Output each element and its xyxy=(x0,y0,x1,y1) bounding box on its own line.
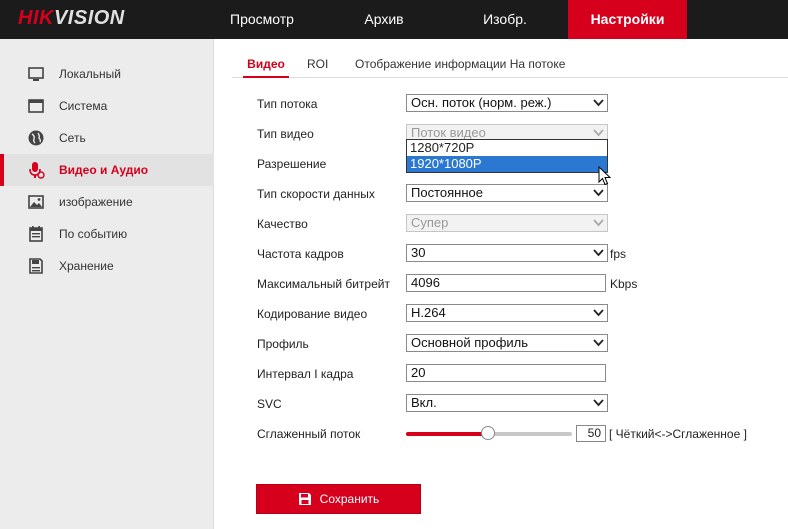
frame-rate-select[interactable]: 30 xyxy=(406,244,608,262)
sidebar-item-label: изображение xyxy=(59,195,133,209)
tab-bar: Видео ROI Отображение информации На пото… xyxy=(232,52,788,78)
resolution-dropdown-list: 1280*720P 1920*1080P xyxy=(406,139,608,173)
chevron-down-icon xyxy=(593,339,604,347)
tab-video[interactable]: Видео xyxy=(243,52,289,78)
sidebar-item-label: Система xyxy=(59,99,108,113)
chevron-down-icon xyxy=(593,129,604,137)
save-button[interactable]: Сохранить xyxy=(256,484,421,514)
sidebar-item-video-audio[interactable]: Видео и Аудио xyxy=(0,154,214,186)
sidebar-item-local[interactable]: Локальный xyxy=(0,58,214,90)
chevron-down-icon xyxy=(593,309,604,317)
smoothing-value-input[interactable]: 50 xyxy=(576,425,606,442)
resolution-option[interactable]: 1280*720P xyxy=(407,140,607,156)
frame-rate-unit: fps xyxy=(610,247,627,261)
smoothing-hint: [ Чёткий<->Сглаженное ] xyxy=(609,427,747,441)
sidebar-item-system[interactable]: Система xyxy=(0,90,214,122)
max-bitrate-label: Максимальный битрейт xyxy=(257,277,390,291)
bitrate-type-select[interactable]: Постоянное xyxy=(406,184,608,202)
hikvision-logo: HIKVISION xyxy=(18,7,125,29)
chevron-down-icon xyxy=(593,219,604,227)
chevron-down-icon xyxy=(593,399,604,407)
sidebar-item-label: Сеть xyxy=(59,131,86,145)
max-bitrate-unit: Kbps xyxy=(610,277,638,291)
window-icon xyxy=(28,99,44,113)
storage-icon xyxy=(29,258,43,274)
sidebar-item-label: Видео и Аудио xyxy=(59,163,149,177)
monitor-icon xyxy=(28,67,44,81)
resolution-label: Разрешение xyxy=(257,157,327,171)
chevron-down-icon xyxy=(593,189,604,197)
iframe-interval-label: Интервал I кадра xyxy=(257,367,354,381)
quality-label: Качество xyxy=(257,217,308,231)
frame-rate-label: Частота кадров xyxy=(257,247,344,261)
image-icon xyxy=(28,195,44,209)
smoothing-slider-fill xyxy=(406,432,488,436)
chevron-down-icon xyxy=(593,249,604,257)
tab-roi[interactable]: ROI xyxy=(307,52,328,78)
globe-icon xyxy=(28,130,44,146)
chevron-down-icon xyxy=(593,99,604,107)
bitrate-type-label: Тип скорости данных xyxy=(257,187,375,201)
nav-live-view[interactable]: Просмотр xyxy=(205,0,319,39)
sidebar-item-image[interactable]: изображение xyxy=(0,186,214,218)
nav-playback[interactable]: Архив xyxy=(327,0,441,39)
save-button-label: Сохранить xyxy=(319,492,380,506)
active-indicator xyxy=(0,154,4,186)
max-bitrate-input[interactable]: 4096 xyxy=(406,274,606,292)
sidebar-item-label: Локальный xyxy=(59,67,121,81)
nav-configuration[interactable]: Настройки xyxy=(568,0,687,39)
nav-picture[interactable]: Изобр. xyxy=(448,0,562,39)
sidebar-item-label: Хранение xyxy=(59,259,114,273)
quality-select: Супер xyxy=(406,214,608,232)
floppy-disk-icon xyxy=(298,493,311,505)
resolution-option-highlighted[interactable]: 1920*1080P xyxy=(407,156,607,172)
profile-label: Профиль xyxy=(257,337,309,351)
encoding-select[interactable]: H.264 xyxy=(406,304,608,322)
sidebar-item-network[interactable]: Сеть xyxy=(0,122,214,154)
tab-stream-info[interactable]: Отображение информации На потоке xyxy=(355,52,565,78)
mouse-cursor-icon xyxy=(598,166,612,186)
video-type-label: Тип видео xyxy=(257,127,314,141)
svc-select[interactable]: Вкл. xyxy=(406,394,608,412)
microphone-icon xyxy=(29,162,45,179)
calendar-icon xyxy=(29,226,43,242)
iframe-interval-input[interactable]: 20 xyxy=(406,364,606,382)
encoding-label: Кодирование видео xyxy=(257,307,368,321)
sidebar-item-label: По событию xyxy=(59,227,128,241)
sidebar-item-storage[interactable]: Хранение xyxy=(0,250,214,282)
top-bar: HIKVISION Просмотр Архив Изобр. Настройк… xyxy=(0,0,788,39)
sidebar: Локальный Система Сеть Видео и Аудио изо… xyxy=(0,39,214,529)
smoothing-label: Сглаженный поток xyxy=(257,427,361,441)
profile-select[interactable]: Основной профиль xyxy=(406,334,608,352)
smoothing-slider[interactable] xyxy=(406,426,572,440)
sidebar-item-event[interactable]: По событию xyxy=(0,218,214,250)
stream-type-label: Тип потока xyxy=(257,97,318,111)
svc-label: SVC xyxy=(257,397,282,411)
smoothing-slider-handle[interactable] xyxy=(481,426,495,440)
stream-type-select[interactable]: Осн. поток (норм. реж.) xyxy=(406,94,608,112)
